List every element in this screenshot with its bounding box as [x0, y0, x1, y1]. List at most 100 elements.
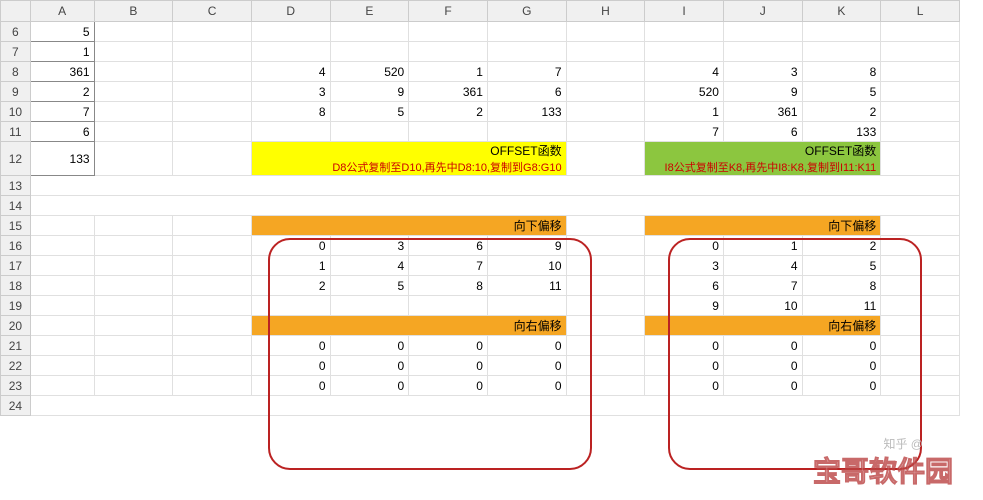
cell[interactable] [173, 42, 252, 62]
cell[interactable] [881, 316, 960, 336]
cell[interactable]: 0 [487, 356, 566, 376]
cell[interactable] [566, 122, 645, 142]
cell[interactable]: 7 [409, 256, 488, 276]
cell[interactable]: 6 [30, 122, 94, 142]
offset-box-right[interactable]: OFFSET函数 I8公式复制至K8,再先中I8:K8,复制到I11:K11 [645, 142, 881, 176]
cell[interactable]: 3 [645, 256, 724, 276]
cell[interactable]: 8 [251, 102, 330, 122]
cell[interactable] [30, 356, 94, 376]
cell[interactable] [94, 22, 173, 42]
cell[interactable] [251, 42, 330, 62]
cell[interactable] [251, 122, 330, 142]
row-header[interactable]: 16 [1, 236, 31, 256]
row-header[interactable]: 10 [1, 102, 31, 122]
cell[interactable] [566, 102, 645, 122]
cell[interactable]: 133 [802, 122, 881, 142]
section-down-right[interactable]: 向下偏移 [645, 216, 881, 236]
row-header[interactable]: 23 [1, 376, 31, 396]
cell[interactable] [94, 256, 173, 276]
cell[interactable] [409, 22, 488, 42]
cell[interactable]: 7 [645, 122, 724, 142]
cell[interactable] [881, 42, 960, 62]
section-right-right[interactable]: 向右偏移 [645, 316, 881, 336]
row-header[interactable]: 15 [1, 216, 31, 236]
cell[interactable] [881, 122, 960, 142]
cell[interactable] [881, 256, 960, 276]
cell[interactable]: 0 [802, 376, 881, 396]
cell[interactable] [30, 316, 94, 336]
col-header[interactable]: A [30, 1, 94, 22]
cell[interactable]: 520 [645, 82, 724, 102]
cell[interactable] [881, 356, 960, 376]
row-header[interactable]: 12 [1, 142, 31, 176]
row-header[interactable]: 11 [1, 122, 31, 142]
cell[interactable] [723, 42, 802, 62]
cell[interactable] [94, 62, 173, 82]
cell[interactable] [251, 296, 330, 316]
cell[interactable]: 0 [723, 336, 802, 356]
cell[interactable] [173, 142, 252, 176]
cell[interactable] [881, 142, 960, 176]
cell[interactable] [30, 236, 94, 256]
cell[interactable]: 0 [487, 376, 566, 396]
cell[interactable] [566, 376, 645, 396]
cell[interactable]: 0 [487, 336, 566, 356]
section-right-left[interactable]: 向右偏移 [251, 316, 566, 336]
row-header[interactable]: 24 [1, 396, 31, 416]
cell[interactable] [173, 82, 252, 102]
cell[interactable]: 0 [330, 336, 409, 356]
cell[interactable] [94, 356, 173, 376]
cell[interactable]: 11 [487, 276, 566, 296]
cell[interactable]: 5 [330, 102, 409, 122]
cell[interactable] [94, 376, 173, 396]
cell[interactable] [94, 122, 173, 142]
cell[interactable]: 2 [30, 82, 94, 102]
cell[interactable]: 7 [487, 62, 566, 82]
cell[interactable] [881, 236, 960, 256]
cell[interactable] [566, 42, 645, 62]
cell[interactable]: 5 [802, 256, 881, 276]
cell[interactable] [30, 376, 94, 396]
cell[interactable] [566, 236, 645, 256]
cell[interactable] [881, 216, 960, 236]
cell[interactable]: 7 [30, 102, 94, 122]
col-header[interactable]: J [723, 1, 802, 22]
row-header[interactable]: 13 [1, 176, 31, 196]
cell[interactable]: 6 [487, 82, 566, 102]
cell[interactable]: 8 [802, 276, 881, 296]
cell[interactable] [881, 276, 960, 296]
cell[interactable]: 0 [251, 376, 330, 396]
offset-box-left[interactable]: OFFSET函数 D8公式复制至D10,再先中D8:10,复制到G8:G10 [251, 142, 566, 176]
cell[interactable] [566, 216, 645, 236]
cell[interactable] [94, 236, 173, 256]
cell[interactable]: 9 [645, 296, 724, 316]
cell[interactable] [645, 22, 724, 42]
cell[interactable]: 2 [802, 236, 881, 256]
cell[interactable]: 1 [645, 102, 724, 122]
cell[interactable] [881, 22, 960, 42]
cell[interactable] [94, 42, 173, 62]
cell[interactable] [173, 216, 252, 236]
cell[interactable]: 1 [30, 42, 94, 62]
cell[interactable]: 0 [723, 356, 802, 376]
spreadsheet-grid[interactable]: A B C D E F G H I J K L 6 5 7 1 8 361 4 … [0, 0, 960, 416]
cell[interactable]: 0 [802, 336, 881, 356]
cell[interactable] [173, 356, 252, 376]
cell[interactable] [881, 102, 960, 122]
cell[interactable] [173, 122, 252, 142]
cell[interactable] [173, 316, 252, 336]
col-header[interactable]: E [330, 1, 409, 22]
cell[interactable] [487, 22, 566, 42]
cell[interactable] [30, 336, 94, 356]
col-header[interactable]: D [251, 1, 330, 22]
cell[interactable] [94, 296, 173, 316]
cell[interactable]: 6 [409, 236, 488, 256]
cell[interactable]: 1 [723, 236, 802, 256]
cell[interactable]: 1 [251, 256, 330, 276]
cell[interactable] [94, 142, 173, 176]
cell[interactable]: 520 [330, 62, 409, 82]
cell[interactable] [330, 42, 409, 62]
col-header[interactable]: C [173, 1, 252, 22]
cell[interactable] [330, 122, 409, 142]
row-header[interactable]: 8 [1, 62, 31, 82]
